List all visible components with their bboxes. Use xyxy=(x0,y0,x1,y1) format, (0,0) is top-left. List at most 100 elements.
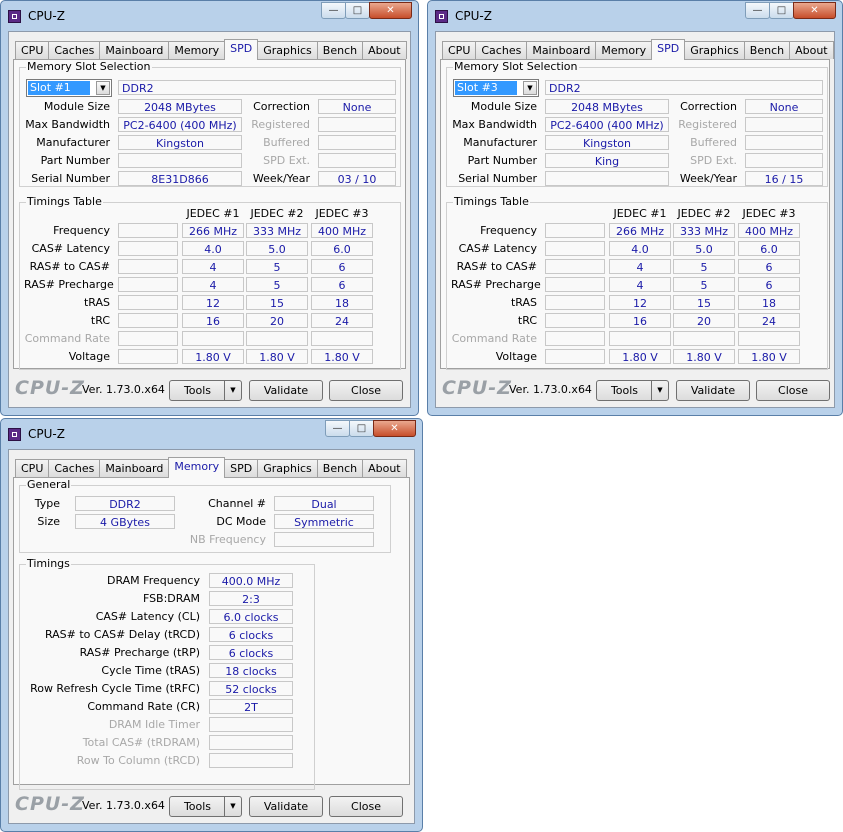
memory-slot-group: Memory Slot Selection Slot #3 ▼ DDR2 Mod… xyxy=(446,60,828,187)
tools-button[interactable]: Tools ▼ xyxy=(169,380,242,401)
jedec-1-value xyxy=(182,331,244,346)
tab-cpu[interactable]: CPU xyxy=(15,459,50,477)
serial-number-field xyxy=(545,171,669,186)
chevron-down-icon[interactable]: ▼ xyxy=(651,381,668,400)
slot-select[interactable]: Slot #3 ▼ xyxy=(453,79,539,97)
part-number-field xyxy=(118,153,242,168)
tab-graphics[interactable]: Graphics xyxy=(257,41,318,59)
tab-about[interactable]: About xyxy=(362,459,407,477)
empty-field xyxy=(118,349,178,364)
close-button[interactable]: Close xyxy=(329,796,403,817)
maximize-button[interactable]: □ xyxy=(769,2,794,19)
nb-frequency-field xyxy=(274,532,374,547)
timing-row-label: Frequency xyxy=(480,224,537,237)
tab-caches[interactable]: Caches xyxy=(48,459,101,477)
buffered-field xyxy=(745,135,823,150)
tab-memory[interactable]: Memory xyxy=(168,41,226,59)
chevron-down-icon[interactable]: ▼ xyxy=(224,381,241,400)
size-field: 4 GBytes xyxy=(75,514,175,529)
nb-frequency-label: NB Frequency xyxy=(189,533,266,546)
tab-caches[interactable]: Caches xyxy=(48,41,101,59)
jedec-3-value xyxy=(311,331,373,346)
tools-button[interactable]: Tools ▼ xyxy=(169,796,242,817)
tab-memory[interactable]: Memory xyxy=(168,457,226,478)
maximize-button[interactable]: □ xyxy=(345,2,370,19)
tab-memory[interactable]: Memory xyxy=(595,41,653,59)
tab-cpu[interactable]: CPU xyxy=(442,41,477,59)
jedec-3-header: JEDEC #3 xyxy=(742,207,796,220)
timing-label: DRAM Frequency xyxy=(106,574,200,587)
chevron-down-icon[interactable]: ▼ xyxy=(224,797,241,816)
chevron-down-icon: ▼ xyxy=(96,81,110,95)
tools-button[interactable]: Tools ▼ xyxy=(596,380,669,401)
empty-field xyxy=(118,277,178,292)
jedec-3-value: 24 xyxy=(738,313,800,328)
channel-field: Dual xyxy=(274,496,374,511)
tab-spd[interactable]: SPD xyxy=(224,459,259,477)
jedec-3-value: 1.80 V xyxy=(738,349,800,364)
module-size-field: 2048 MBytes xyxy=(118,99,242,114)
window-body: CPU Caches Mainboard Memory SPD Graphics… xyxy=(8,449,415,824)
title-bar[interactable]: CPU-Z — □ ✕ xyxy=(1,1,418,31)
jedec-2-value: 15 xyxy=(673,295,735,310)
tab-page: Memory Slot Selection Slot #3 ▼ DDR2 Mod… xyxy=(440,59,830,370)
slot-select[interactable]: Slot #1 ▼ xyxy=(26,79,112,97)
minimize-button[interactable]: — xyxy=(321,2,346,19)
close-window-button[interactable]: ✕ xyxy=(793,2,836,19)
tab-mainboard[interactable]: Mainboard xyxy=(99,459,170,477)
timing-row-label: Voltage xyxy=(68,350,110,363)
cpuz-window-spd-slot3[interactable]: CPU-Z — □ ✕ CPU Caches Mainboard Memory … xyxy=(427,0,843,416)
manufacturer-field: Kingston xyxy=(118,135,242,150)
serial-number-field: 8E31D866 xyxy=(118,171,242,186)
close-button[interactable]: Close xyxy=(756,380,830,401)
jedec-3-value: 18 xyxy=(738,295,800,310)
tab-bench[interactable]: Bench xyxy=(743,41,791,59)
slot-value: Slot #1 xyxy=(28,81,90,95)
week-year-field: 03 / 10 xyxy=(318,171,396,186)
window-title: CPU-Z xyxy=(28,427,65,441)
cpuz-window-memory[interactable]: CPU-Z — □ ✕ CPU Caches Mainboard Memory … xyxy=(0,418,423,832)
tab-graphics[interactable]: Graphics xyxy=(684,41,745,59)
tab-bench[interactable]: Bench xyxy=(316,41,364,59)
minimize-button[interactable]: — xyxy=(745,2,770,19)
jedec-3-value: 6.0 xyxy=(311,241,373,256)
week-year-label: Week/Year xyxy=(679,172,737,185)
tab-bench[interactable]: Bench xyxy=(316,459,364,477)
empty-field xyxy=(545,295,605,310)
spd-ext-label: SPD Ext. xyxy=(690,154,737,167)
tab-spd[interactable]: SPD xyxy=(651,39,686,60)
jedec-1-value: 4.0 xyxy=(609,241,671,256)
tab-cpu[interactable]: CPU xyxy=(15,41,50,59)
correction-field: None xyxy=(745,99,823,114)
tab-mainboard[interactable]: Mainboard xyxy=(526,41,597,59)
tab-mainboard[interactable]: Mainboard xyxy=(99,41,170,59)
validate-button[interactable]: Validate xyxy=(249,796,323,817)
close-window-button[interactable]: ✕ xyxy=(373,420,416,437)
part-number-field: King xyxy=(545,153,669,168)
validate-button[interactable]: Validate xyxy=(676,380,750,401)
cpuz-window-spd-slot1[interactable]: CPU-Z — □ ✕ CPU Caches Mainboard Memory … xyxy=(0,0,419,416)
close-window-button[interactable]: ✕ xyxy=(369,2,412,19)
memory-slot-group: Memory Slot Selection Slot #1 ▼ DDR2 Mod… xyxy=(19,60,401,187)
jedec-2-header: JEDEC #2 xyxy=(250,207,304,220)
jedec-1-value: 4 xyxy=(609,259,671,274)
close-button[interactable]: Close xyxy=(329,380,403,401)
tab-about[interactable]: About xyxy=(789,41,834,59)
validate-button[interactable]: Validate xyxy=(249,380,323,401)
tab-graphics[interactable]: Graphics xyxy=(257,459,318,477)
minimize-button[interactable]: — xyxy=(325,420,350,437)
maximize-button[interactable]: □ xyxy=(349,420,374,437)
version-text: Ver. 1.73.0.x64 xyxy=(509,383,592,396)
timing-row-label: tRAS xyxy=(83,296,110,309)
registered-field xyxy=(745,117,823,132)
title-bar[interactable]: CPU-Z — □ ✕ xyxy=(428,1,842,31)
general-group: General Type DDR2 Size 4 GBytes Channel … xyxy=(19,478,391,553)
empty-field xyxy=(545,259,605,274)
jedec-2-value: 333 MHz xyxy=(246,223,308,238)
tab-spd[interactable]: SPD xyxy=(224,39,259,60)
title-bar[interactable]: CPU-Z — □ ✕ xyxy=(1,419,422,449)
timing-value: 400.0 MHz xyxy=(209,573,293,588)
tab-caches[interactable]: Caches xyxy=(475,41,528,59)
tab-about[interactable]: About xyxy=(362,41,407,59)
cpuz-logo: CPU-Z xyxy=(442,377,512,399)
